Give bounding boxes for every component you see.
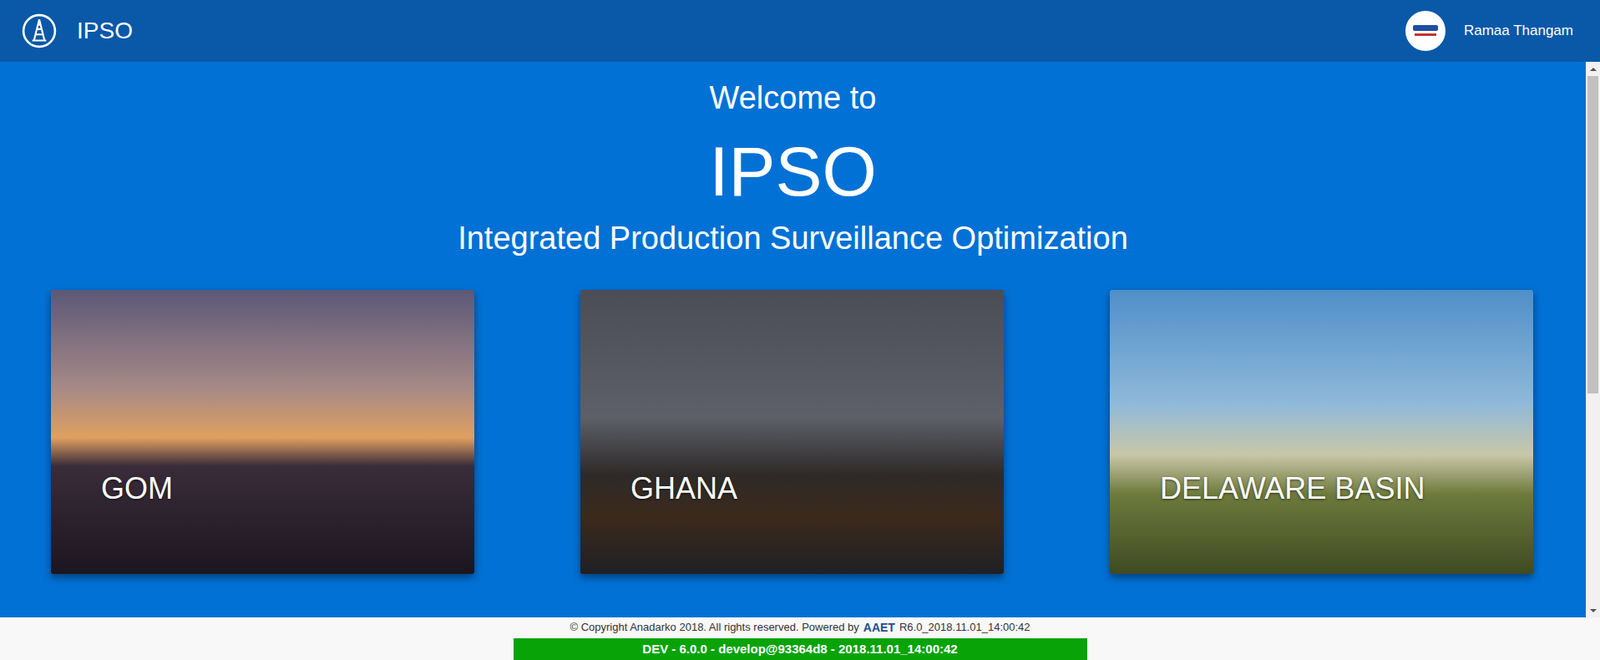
region-cards: GOM GHANA DELAWARE BASIN <box>0 289 1586 574</box>
region-card[interactable]: GHANA <box>580 289 1004 574</box>
build-bar: DEV - 6.0.0 - develop@93364d8 - 2018.11.… <box>513 637 1088 660</box>
version-text: R6.0_2018.11.01_14:00:42 <box>899 617 1031 638</box>
scroll-thumb[interactable] <box>1587 75 1599 394</box>
avatar-icon <box>1405 10 1446 51</box>
derrick-logo-icon <box>21 13 57 49</box>
main-area: Welcome to IPSO Integrated Production Su… <box>0 61 1600 618</box>
region-card[interactable]: GOM <box>50 289 475 574</box>
app-page: IPSO Ramaa Thangam Welcome to IPSO Integ… <box>0 0 1600 660</box>
footer: © Copyright Anadarko 2018. All rights re… <box>0 617 1600 660</box>
scrollbar[interactable] <box>1585 61 1600 618</box>
welcome-title: IPSO <box>708 129 877 213</box>
region-label: GHANA <box>630 470 988 507</box>
copyright-text: © Copyright Anadarko 2018. All rights re… <box>569 617 859 638</box>
user-menu[interactable]: Ramaa Thangam <box>1405 10 1574 51</box>
welcome-content: Welcome to IPSO Integrated Production Su… <box>0 61 1586 618</box>
arrow-up-icon <box>1589 67 1597 71</box>
welcome-subtitle: Integrated Production Surveillance Optim… <box>457 217 1129 259</box>
copyright: © Copyright Anadarko 2018. All rights re… <box>569 617 1030 638</box>
region-label: DELAWARE BASIN <box>1159 470 1517 507</box>
app-title: IPSO <box>76 17 133 45</box>
top-bar: IPSO Ramaa Thangam <box>0 0 1600 62</box>
region-card[interactable]: DELAWARE BASIN <box>1109 289 1534 574</box>
brand[interactable]: IPSO <box>21 13 133 49</box>
arrow-down-icon <box>1589 608 1597 613</box>
aaet-logo: AAET <box>863 617 896 638</box>
scroll-up-button[interactable] <box>1585 61 1600 76</box>
scroll-down-button[interactable] <box>1585 602 1600 618</box>
region-label: GOM <box>101 470 458 507</box>
welcome-greeting: Welcome to <box>709 78 877 117</box>
user-name: Ramaa Thangam <box>1463 22 1574 40</box>
